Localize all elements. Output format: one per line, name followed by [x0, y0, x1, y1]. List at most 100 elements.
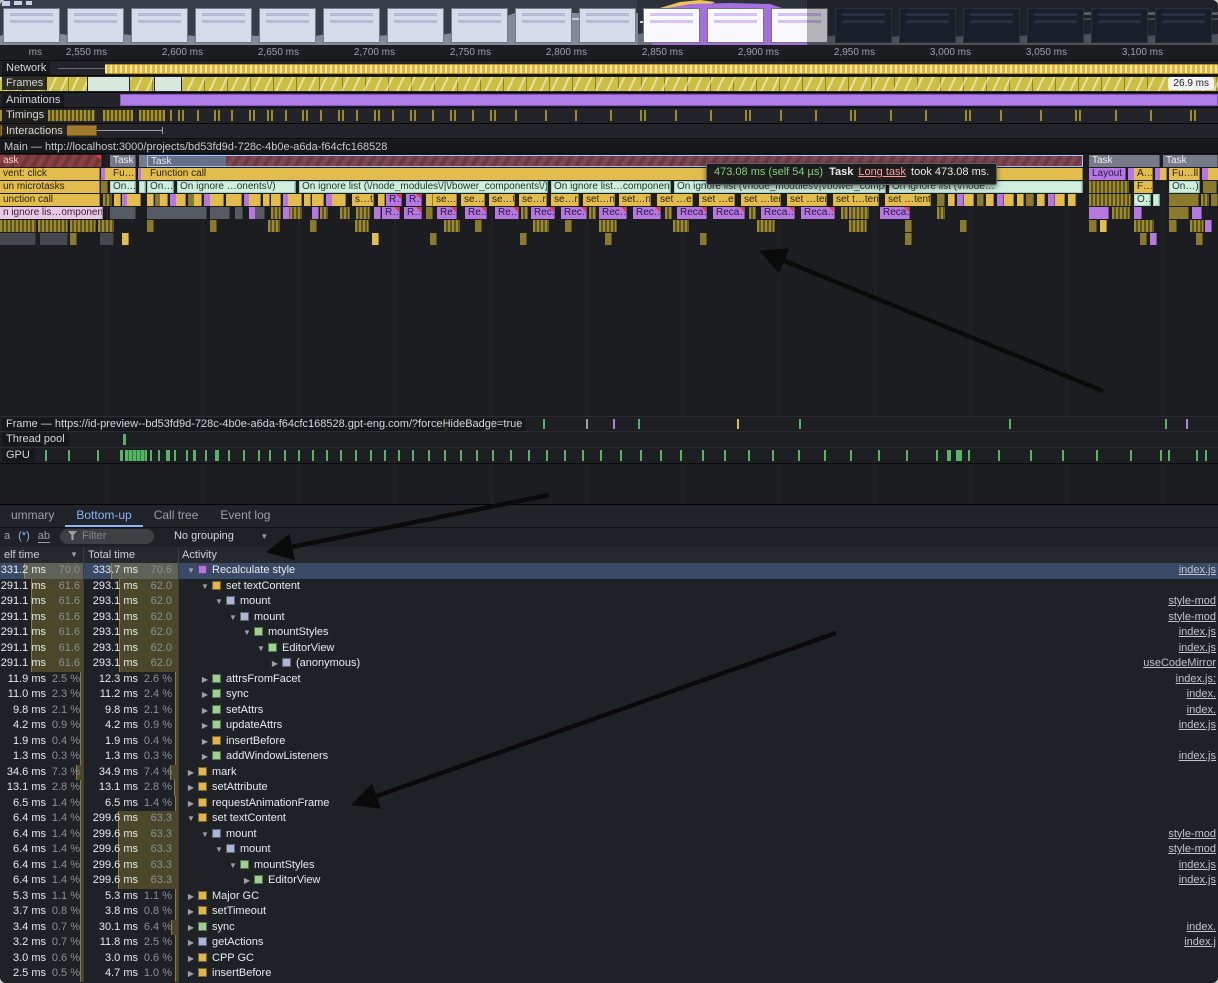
flame-bar[interactable] — [210, 207, 230, 219]
flame-bar[interactable] — [1201, 194, 1209, 206]
filmstrip-thumbnail[interactable] — [771, 8, 828, 43]
activity-name[interactable]: insertBefore — [226, 735, 285, 747]
flame-bar[interactable]: R…e — [382, 207, 400, 219]
flame-bar[interactable]: se…t — [489, 194, 515, 206]
activity-name[interactable]: sync — [212, 921, 235, 933]
flame-bar[interactable]: set…nt — [619, 194, 651, 206]
flame-bar[interactable]: Reca…yle — [677, 207, 707, 219]
filmstrip-thumbnail[interactable] — [707, 8, 764, 43]
flame-bar[interactable]: Re..le — [465, 207, 487, 219]
flame-bar[interactable] — [444, 220, 460, 232]
expand-icon[interactable]: ▶ — [199, 749, 211, 765]
flame-bar[interactable] — [589, 207, 596, 219]
flame-bar[interactable]: un microtasks — [0, 181, 100, 193]
source-link[interactable]: index.js — [1179, 718, 1216, 734]
flame-bar[interactable]: set t…tent — [833, 194, 879, 206]
tab-event-log[interactable]: Event log — [209, 505, 281, 525]
filmstrip-thumbnail[interactable] — [899, 8, 956, 43]
flame-bar[interactable]: Reca…yle — [880, 207, 910, 219]
flame-bar[interactable] — [283, 207, 290, 219]
flame-bar[interactable] — [1004, 194, 1014, 206]
expand-icon[interactable]: ▶ — [199, 687, 211, 703]
expand-icon[interactable]: ▶ — [199, 734, 211, 750]
table-row[interactable]: 291.1 ms61.6 %293.1 ms62.0 %▼mountstyle-… — [0, 610, 1218, 626]
flame-bar[interactable] — [1203, 181, 1217, 193]
frame-segment-idle[interactable] — [88, 77, 129, 91]
activity-name[interactable]: mount — [240, 843, 271, 855]
network-requests-bar[interactable] — [105, 64, 1218, 74]
flame-bar[interactable]: R…e — [404, 207, 422, 219]
flame-bar[interactable] — [320, 207, 328, 219]
source-link[interactable]: index. — [1187, 703, 1216, 719]
flame-bar[interactable] — [147, 207, 207, 219]
filmstrip-thumbnail[interactable] — [323, 8, 380, 43]
expand-icon[interactable]: ▶ — [199, 703, 211, 719]
flame-bar[interactable]: Task — [1163, 155, 1218, 167]
flame-bar[interactable] — [101, 181, 108, 193]
flame-bar[interactable] — [110, 207, 136, 219]
flame-bar[interactable]: On ignore list…components\/) — [551, 181, 671, 193]
tab-bottom-up[interactable]: Bottom-up — [65, 505, 142, 527]
flame-bar[interactable]: set …tent — [787, 194, 827, 206]
flame-bar[interactable] — [268, 220, 280, 232]
flame-bar[interactable] — [964, 194, 974, 206]
flame-bar[interactable]: se…nt — [551, 194, 579, 206]
flame-bar[interactable] — [841, 207, 848, 219]
activity-name[interactable]: mark — [212, 766, 236, 778]
table-row[interactable]: 11.9 ms2.5 %12.3 ms2.6 %▶attrsFromFaceti… — [0, 672, 1218, 688]
table-row[interactable]: 291.1 ms61.6 %293.1 ms62.0 %▼mountStyles… — [0, 625, 1218, 641]
frame-segment-idle[interactable] — [155, 77, 181, 91]
flame-bar[interactable] — [38, 220, 68, 232]
flame-bar[interactable] — [849, 207, 869, 219]
filmstrip-thumbnail[interactable] — [1091, 8, 1148, 43]
flame-bar[interactable]: Fu…ll — [110, 168, 136, 180]
animation-bar[interactable] — [120, 94, 1218, 106]
table-row[interactable]: 3.4 ms0.7 %30.1 ms6.4 %▶syncindex. — [0, 920, 1218, 936]
flame-bar[interactable]: A… — [1134, 168, 1153, 180]
flame-bar[interactable] — [122, 233, 129, 245]
filmstrip-thumbnail[interactable] — [131, 8, 188, 43]
expand-icon[interactable]: ▶ — [185, 889, 197, 905]
grouping-dropdown[interactable]: No grouping — [174, 530, 234, 542]
flame-bar[interactable] — [521, 207, 528, 219]
flame-bar[interactable] — [355, 220, 369, 232]
expand-icon[interactable]: ▶ — [185, 951, 197, 967]
flame-bar[interactable] — [430, 233, 437, 245]
source-link[interactable]: index.js — [1179, 873, 1216, 889]
flame-bar[interactable]: Layout — [1089, 168, 1126, 180]
flame-bar[interactable]: n ignore lis…omponents\/) — [0, 207, 103, 219]
activity-name[interactable]: EditorView — [268, 874, 320, 886]
source-link[interactable]: index.js — [1179, 641, 1216, 657]
table-row[interactable]: 6.4 ms1.4 %299.6 ms63.3 %▼mountstyle-mod — [0, 827, 1218, 843]
tab-ummary[interactable]: ummary — [0, 505, 65, 525]
flame-bar[interactable] — [1134, 207, 1142, 219]
expand-icon[interactable]: ▶ — [185, 780, 197, 796]
table-row[interactable]: 1.3 ms0.3 %1.3 ms0.3 %▶addWindowListener… — [0, 749, 1218, 765]
collapse-icon[interactable]: ▼ — [199, 827, 211, 843]
flame-bar[interactable] — [1134, 220, 1154, 232]
flame-bar[interactable]: On ignore list (\/node_modules\/|\/bower… — [299, 181, 548, 193]
table-row[interactable]: 1.9 ms0.4 %1.9 ms0.4 %▶insertBefore — [0, 734, 1218, 750]
activity-name[interactable]: set textContent — [226, 580, 300, 592]
filmstrip-thumbnail[interactable] — [643, 8, 700, 43]
flame-bar[interactable] — [0, 233, 36, 245]
flame-bar[interactable]: unction call — [0, 194, 100, 206]
collapse-icon[interactable]: ▼ — [213, 594, 225, 610]
flame-bar[interactable] — [905, 220, 912, 232]
collapse-icon[interactable]: ▼ — [255, 641, 267, 657]
flame-bar[interactable]: O… — [1134, 194, 1151, 206]
activity-name[interactable]: mount — [254, 611, 285, 623]
flame-bar[interactable]: set…nt — [583, 194, 615, 206]
whole-word-icon[interactable]: ab — [38, 530, 50, 543]
flame-bar[interactable] — [905, 233, 912, 245]
collapse-icon[interactable]: ▼ — [199, 579, 211, 595]
track-timings[interactable]: Timings — [0, 108, 1218, 124]
activity-name[interactable]: addWindowListeners — [226, 750, 328, 762]
flame-bar[interactable]: Fu…ll — [1169, 168, 1200, 180]
flame-bar[interactable]: se…t — [433, 194, 457, 206]
flame-bar[interactable] — [160, 194, 168, 206]
collapse-icon[interactable]: ▼ — [227, 610, 239, 626]
source-link[interactable]: style-mod — [1168, 842, 1216, 858]
flame-bar[interactable] — [937, 194, 945, 206]
flame-bar[interactable] — [340, 207, 350, 219]
